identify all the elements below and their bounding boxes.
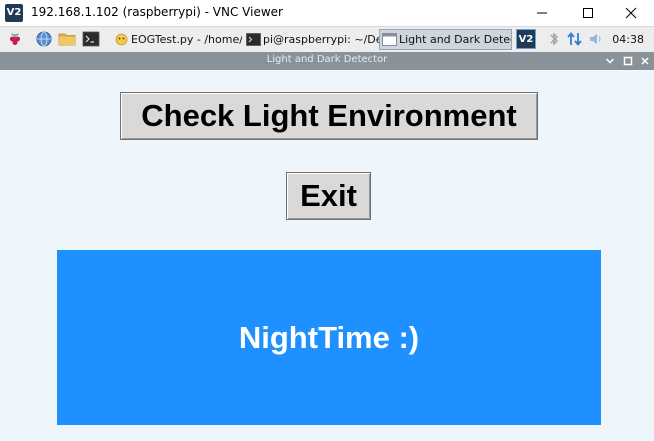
status-panel: NightTime :) [57, 250, 601, 425]
minimize-button[interactable] [519, 0, 565, 26]
status-label: NightTime :) [238, 319, 420, 355]
terminal-icon [246, 33, 261, 46]
task-eogtest[interactable]: EOGTest.py - /home/... [112, 29, 242, 50]
python-file-icon [115, 33, 128, 46]
taskbar: EOGTest.py - /home/... pi@raspberrypi: ~… [0, 26, 654, 52]
task-terminal[interactable]: pi@raspberrypi: ~/De... [244, 29, 379, 50]
task-label: pi@raspberrypi: ~/De... [263, 33, 379, 46]
vnc-tray-icon[interactable]: V2 [516, 29, 536, 49]
bluetooth-icon[interactable] [545, 30, 563, 48]
task-label: Light and Dark Detec... [399, 33, 511, 46]
clock: 04:38 [612, 33, 644, 46]
app-client-area: Check Light Environment Exit NightTime :… [0, 70, 654, 441]
volume-icon[interactable] [588, 30, 606, 48]
maximize-icon [623, 56, 633, 66]
check-light-environment-button[interactable]: Check Light Environment [120, 92, 538, 140]
window-icon [382, 33, 397, 46]
app-minimize-button[interactable] [603, 54, 617, 68]
vnc-title-bar: V2 192.168.1.102 (raspberrypi) - VNC Vie… [0, 0, 654, 26]
vnc-logo-icon: V2 [5, 4, 23, 22]
app-title-bar: Light and Dark Detector [0, 52, 654, 70]
raspberry-menu-icon[interactable] [6, 30, 24, 48]
maximize-icon [583, 8, 593, 18]
folder-icon[interactable] [58, 30, 76, 48]
close-button[interactable] [608, 0, 654, 26]
app-close-button[interactable] [638, 54, 652, 68]
minimize-icon [537, 12, 547, 14]
network-arrows-icon[interactable] [566, 30, 584, 48]
maximize-button[interactable] [565, 0, 611, 26]
globe-icon[interactable] [35, 30, 53, 48]
vnc-window-title: 192.168.1.102 (raspberrypi) - VNC Viewer [31, 5, 283, 19]
exit-button[interactable]: Exit [286, 172, 371, 220]
app-window-title: Light and Dark Detector [266, 54, 388, 65]
close-icon [641, 57, 649, 65]
chevron-down-icon [605, 58, 615, 64]
app-maximize-button[interactable] [621, 54, 635, 68]
terminal-icon[interactable] [82, 30, 100, 48]
close-icon [625, 7, 637, 19]
task-label: EOGTest.py - /home/... [131, 33, 242, 46]
task-light-dark-detector[interactable]: Light and Dark Detec... [379, 29, 512, 50]
